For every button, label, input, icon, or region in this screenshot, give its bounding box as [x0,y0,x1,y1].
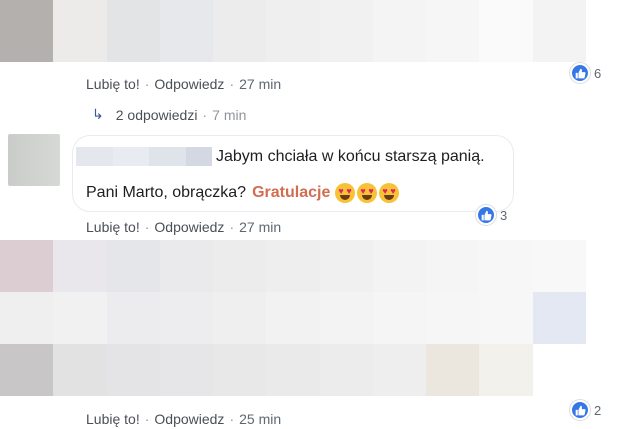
separator-dot: · [144,411,150,427]
separator-dot: · [144,76,150,92]
reply-arrow-icon: ↳ [92,106,104,122]
heart-eyes-emoji: ♥ ♥ [335,183,356,203]
separator-dot: · [202,106,208,123]
emoji-group: ♥ ♥ ♥ ♥ ♥ ♥ [335,183,400,203]
heart-eyes-emoji: ♥ ♥ [379,183,400,203]
heart-eyes-emoji: ♥ ♥ [357,183,378,203]
separator-dot: · [229,411,235,427]
like-link[interactable]: Lubię to! [86,76,140,92]
reply-link[interactable]: Odpowiedz [154,219,224,235]
reply-link[interactable]: Odpowiedz [154,76,224,92]
comment-text: Pani Marto, obrączka? [86,184,247,201]
reply-link[interactable]: Odpowiedz [154,411,224,427]
comment-actions-top: Lubię to! · Odpowiedz · 27 min [86,76,281,92]
reaction-count: 2 [594,402,602,418]
comment-timestamp[interactable]: 27 min [239,219,281,235]
reaction-count-top[interactable]: 6 [570,63,601,83]
reaction-count: 3 [500,207,508,223]
avatar[interactable] [8,134,60,186]
like-link[interactable]: Lubię to! [86,219,140,235]
reaction-count-middle[interactable]: 3 [476,205,507,225]
separator-dot: · [229,76,235,92]
separator-dot: · [144,219,150,235]
redacted-author-name [76,147,213,166]
separator-dot: · [229,219,235,235]
view-replies-link[interactable]: ↳ 2 odpowiedzi · 7 min [92,106,246,123]
replies-count[interactable]: 2 odpowiedzi [116,107,198,123]
comment-text-line2: Pani Marto, obrączka? Gratulacje ♥ ♥ ♥ ♥ ♥… [86,183,400,203]
comment-text-line1: Jabym chciała w końcu starszą panią. [216,148,485,165]
blurred-comment-bottom-row3 [0,344,586,396]
reaction-count: 6 [594,65,602,81]
highlighted-text: Gratulacje [252,184,331,201]
thumbs-up-icon [570,63,590,83]
blurred-comment-bottom-row1 [0,240,586,292]
reaction-count-bottom[interactable]: 2 [570,400,601,420]
blurred-comment-top [0,0,586,62]
comment-actions-middle: Lubię to! · Odpowiedz · 27 min [86,219,281,235]
comment-timestamp[interactable]: 25 min [239,411,281,427]
thumbs-up-icon [570,400,590,420]
replies-timestamp: 7 min [212,106,247,123]
blurred-comment-bottom-row2 [0,292,586,344]
comment-timestamp[interactable]: 27 min [239,76,281,92]
comment-actions-bottom: Lubię to! · Odpowiedz · 25 min [86,411,281,427]
thumbs-up-icon [476,205,496,225]
like-link[interactable]: Lubię to! [86,411,140,427]
